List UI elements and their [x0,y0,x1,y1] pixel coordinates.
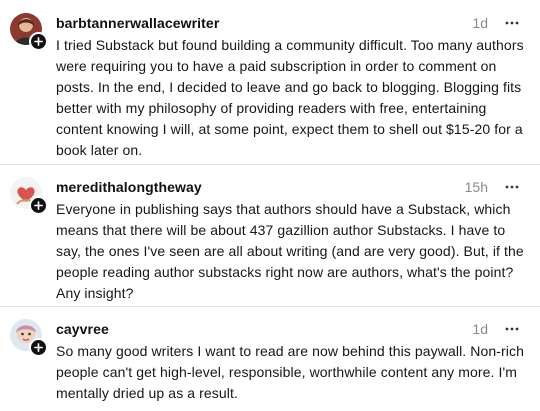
comment-feed: barbtannerwallacewriter 1d I tried Subst… [0,0,540,411]
more-options-icon[interactable] [502,13,522,33]
more-options-icon[interactable] [502,177,522,197]
follow-plus-icon[interactable] [29,338,48,357]
avatar[interactable] [10,13,48,51]
follow-plus-icon[interactable] [29,196,48,215]
comment-text: Everyone in publishing says that authors… [56,201,524,301]
avatar[interactable] [10,177,48,215]
username[interactable]: meredithalongtheway [56,179,202,195]
avatar[interactable] [10,319,48,357]
comment-text: So many good writers I want to read are … [56,343,524,401]
username[interactable]: barbtannerwallacewriter [56,15,219,31]
username[interactable]: cayvree [56,321,109,337]
comment-item: barbtannerwallacewriter 1d I tried Subst… [0,0,540,165]
comment-item: cayvree 1d So many good writers I want t… [0,307,540,411]
comment-text: I tried Substack but found building a co… [56,37,524,158]
comment-item: meredithalongtheway 15h Everyone in publ… [0,165,540,307]
timestamp: 1d [472,321,488,337]
timestamp: 1d [472,15,488,31]
more-options-icon[interactable] [502,319,522,339]
timestamp: 15h [464,179,488,195]
follow-plus-icon[interactable] [29,32,48,51]
